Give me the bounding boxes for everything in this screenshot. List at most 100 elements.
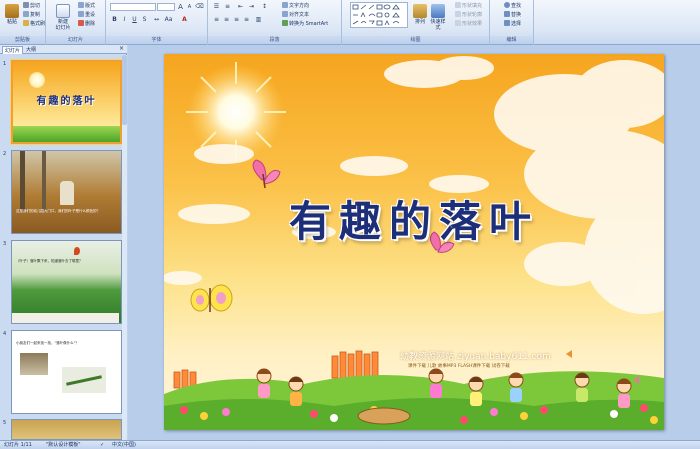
- paste-button[interactable]: 粘贴: [2, 2, 22, 34]
- clear-format-button[interactable]: ⌫: [195, 3, 204, 11]
- clipboard-group-label: 剪贴板: [0, 36, 45, 44]
- new-slide-icon: [56, 4, 70, 18]
- new-slide-button[interactable]: 新建 幻灯片: [50, 2, 76, 34]
- underline-button[interactable]: U: [130, 16, 139, 24]
- align-left-button[interactable]: ≡: [212, 16, 221, 24]
- thumbnails-scrollbar[interactable]: [122, 55, 127, 440]
- status-bar: 幻灯片 1/11 "默认设计模板" ✓ 中文(中国): [0, 440, 700, 449]
- slides-group-label: 幻灯片: [46, 36, 105, 44]
- slide-number-2: 2: [3, 151, 7, 157]
- quick-styles-icon: [431, 4, 445, 18]
- reset-button[interactable]: 重设: [78, 11, 95, 19]
- shape-effects-button[interactable]: 形状效果: [455, 20, 482, 28]
- slide-count: 幻灯片 1/11: [4, 442, 32, 448]
- align-text-button[interactable]: 对齐文本: [282, 11, 309, 19]
- decrease-indent-button[interactable]: ⇤: [236, 3, 245, 11]
- font-group-label: 字体: [106, 36, 207, 44]
- select-icon: [504, 20, 510, 26]
- thumbnail-text: （叶子）落叶飘下来，知道落叶去了哪里？: [16, 259, 83, 263]
- justify-button[interactable]: ≡: [242, 16, 251, 24]
- grow-font-button[interactable]: A: [176, 3, 185, 11]
- slide-thumbnail-1[interactable]: 有趣的落叶: [11, 60, 122, 144]
- shape-outline-button[interactable]: 形状轮廓: [455, 11, 482, 19]
- shrink-font-button[interactable]: A: [185, 3, 194, 11]
- slide-title[interactable]: 有趣的落叶: [164, 188, 664, 249]
- cut-button[interactable]: 剪切: [23, 2, 40, 10]
- fern-stem: [66, 375, 102, 386]
- tab-outline[interactable]: 大纲: [24, 46, 38, 54]
- slide-number-4: 4: [3, 331, 7, 337]
- text-direction-icon: [282, 2, 288, 8]
- numbering-button[interactable]: ≡: [223, 3, 232, 11]
- font-name-combo[interactable]: [110, 3, 156, 11]
- slide-number-1: 1: [3, 61, 7, 67]
- ribbon: 粘贴 剪切 复制 格式刷 剪贴板 新建 幻灯片 版式 重设 删除 幻灯片 A A…: [0, 0, 700, 45]
- layout-button[interactable]: 版式: [78, 2, 95, 10]
- watermark-site: 幼教资源网站 ziyuan.baby611.com: [400, 352, 551, 362]
- slide-thumbnail-2[interactable]: 这是我们的幼儿园大门口，我们的叶子是什么颜色的？: [11, 150, 122, 234]
- spell-check-icon[interactable]: ✓: [100, 441, 104, 449]
- current-slide[interactable]: 有趣的落叶 幼教资源网站 ziyuan.baby611.com 课件下载 儿歌 …: [164, 54, 664, 430]
- text-direction-button[interactable]: 文字方向: [282, 2, 309, 10]
- select-button[interactable]: 选择: [504, 20, 521, 28]
- thumbnail-text: 小朋友们一起来找一找，"落叶像什么"？: [16, 341, 79, 345]
- layout-icon: [78, 2, 84, 8]
- editing-group-label: 编辑: [490, 36, 533, 44]
- grass-image: [13, 126, 120, 142]
- italic-button[interactable]: I: [120, 16, 129, 24]
- butterfly-icon: [566, 350, 572, 358]
- delete-slide-button[interactable]: 删除: [78, 20, 95, 28]
- language-indicator[interactable]: 中文(中国): [112, 441, 136, 449]
- strikethrough-button[interactable]: S: [140, 16, 149, 24]
- brush-icon: [23, 20, 29, 26]
- shapes-gallery-icons: [352, 4, 400, 26]
- shapes-gallery[interactable]: [350, 2, 408, 28]
- watermark-links: 课件下载 儿歌 故事MP3 FLASH课件下载 试卷下载: [408, 364, 510, 369]
- char-spacing-button[interactable]: ↔: [152, 16, 161, 24]
- slide-thumbnails-panel: 幻灯片 大纲 × 1 有趣的落叶 2 这是我们的幼儿园大门口，我们的叶子是什么颜…: [0, 45, 127, 440]
- fill-icon: [455, 2, 461, 8]
- font-size-combo[interactable]: [157, 3, 175, 11]
- smartart-icon: [282, 20, 288, 26]
- paragraph-group: ☰ ≡ ⇤ ⇥ ↕ ≡ ≡ ≡ ≡ ▥ 文字方向 对齐文本 转换为 SmartA…: [208, 0, 342, 45]
- close-icon[interactable]: ×: [119, 45, 124, 52]
- find-button[interactable]: 查找: [504, 2, 521, 10]
- slides-group: 新建 幻灯片 版式 重设 删除 幻灯片: [46, 0, 106, 45]
- bullets-button[interactable]: ☰: [212, 3, 221, 11]
- slide-thumbnail-3[interactable]: （叶子）落叶飘下来，知道落叶去了哪里？: [11, 240, 122, 324]
- increase-indent-button[interactable]: ⇥: [247, 3, 256, 11]
- thumbnail-text: 这是我们的幼儿园大门口，我们的叶子是什么颜色的？: [16, 209, 100, 213]
- slide-thumbnail-5[interactable]: [11, 419, 122, 440]
- arrange-button[interactable]: 排列: [412, 2, 428, 34]
- font-group: A A ⌫ B I U S ↔ Aa A 字体: [106, 0, 208, 45]
- ground-image: [12, 313, 119, 323]
- convert-smartart-button[interactable]: 转换为 SmartArt: [282, 20, 328, 28]
- child-image: [60, 181, 74, 205]
- panel-tabs: 幻灯片 大纲 ×: [0, 45, 127, 54]
- shape-fill-button[interactable]: 形状填充: [455, 2, 482, 10]
- line-spacing-button[interactable]: ↕: [260, 3, 269, 11]
- replace-button[interactable]: 替换: [504, 11, 521, 19]
- align-center-button[interactable]: ≡: [222, 16, 231, 24]
- scissors-icon: [23, 2, 29, 8]
- slide-thumbnail-4[interactable]: 小朋友们一起来找一找，"落叶像什么"？: [11, 330, 122, 414]
- effects-icon: [455, 20, 461, 26]
- drawing-group-label: 绘图: [342, 36, 489, 44]
- font-color-button[interactable]: A: [180, 16, 189, 24]
- copy-button[interactable]: 复制: [23, 11, 40, 19]
- copy-icon: [23, 11, 29, 17]
- tree-trunk-image: [20, 151, 25, 211]
- leaf-icon: [74, 247, 80, 255]
- columns-button[interactable]: ▥: [254, 16, 263, 24]
- format-painter-button[interactable]: 格式刷: [23, 20, 45, 28]
- arrange-icon: [413, 4, 427, 18]
- bold-button[interactable]: B: [110, 16, 119, 24]
- quick-styles-button[interactable]: 快速样式: [430, 2, 446, 34]
- sun-icon: [29, 72, 45, 88]
- theme-name[interactable]: "默认设计模板": [46, 441, 81, 449]
- tab-slides[interactable]: 幻灯片: [2, 46, 24, 54]
- scrollbar-thumb[interactable]: [122, 55, 127, 125]
- align-right-button[interactable]: ≡: [232, 16, 241, 24]
- change-case-button[interactable]: Aa: [164, 16, 173, 24]
- basket-image: [357, 407, 411, 425]
